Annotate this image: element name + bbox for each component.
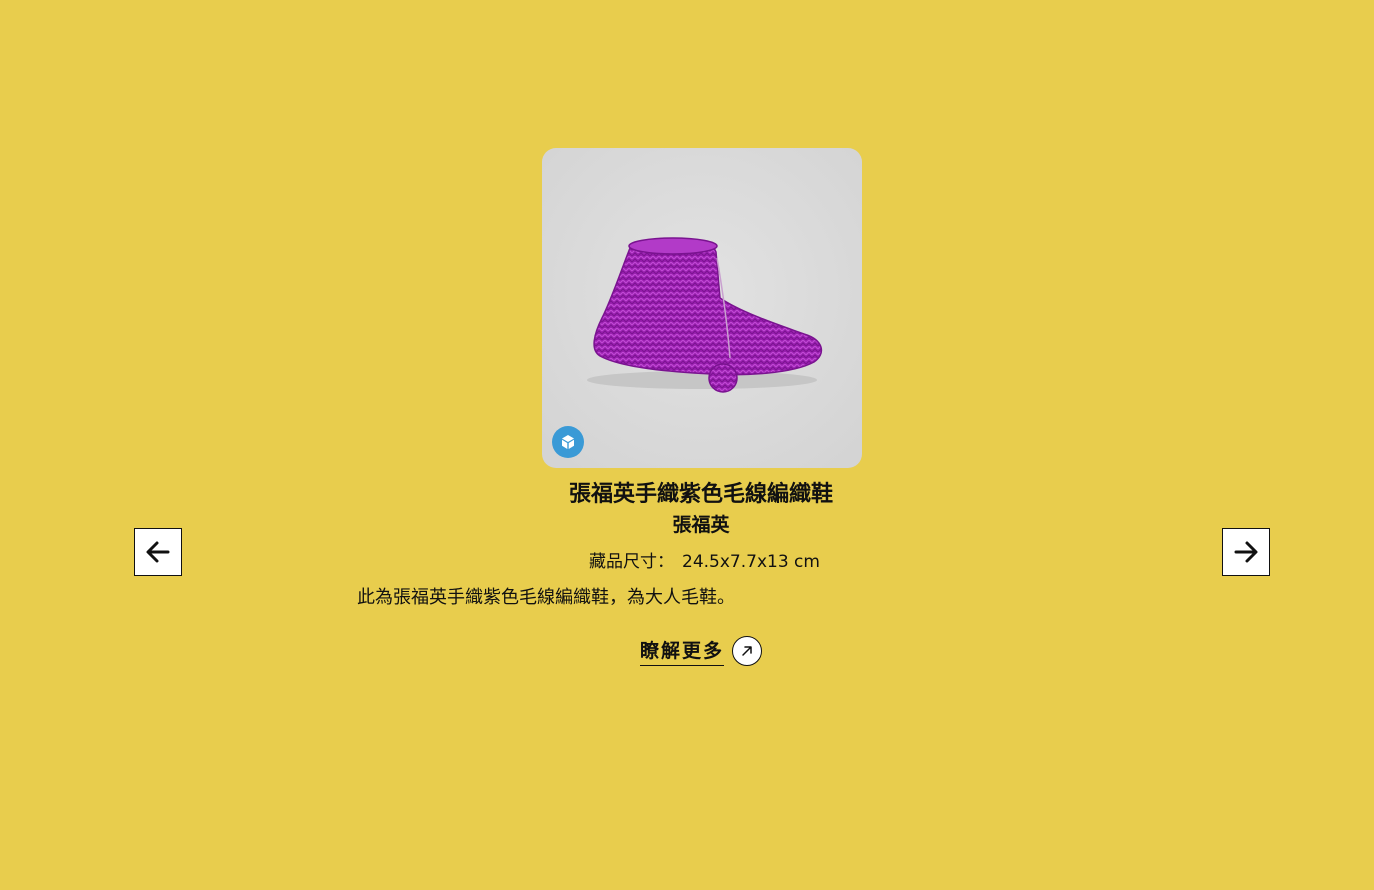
learn-more-link[interactable]: 瞭解更多 <box>640 636 763 666</box>
learn-more-label[interactable]: 瞭解更多 <box>640 637 725 666</box>
previous-button[interactable] <box>134 528 182 576</box>
arrow-left-icon <box>146 541 170 563</box>
next-button[interactable] <box>1222 528 1270 576</box>
item-description: 此為張福英手織紫色毛線編織鞋，為大人毛鞋。 <box>357 587 735 608</box>
sketchfab-logo-icon[interactable] <box>552 426 584 458</box>
arrow-right-icon <box>1234 541 1258 563</box>
knitted-shoe-model <box>587 237 823 393</box>
item-size: 藏品尺寸： 24.5x7.7x13 cm <box>589 550 820 574</box>
item-artist: 張福英 <box>672 514 730 536</box>
size-label: 藏品尺寸： <box>589 552 674 572</box>
page: 張福英手織紫色毛線編織鞋 張福英 藏品尺寸： 24.5x7.7x13 cm 此為張… <box>0 0 1374 890</box>
cube-icon <box>562 435 574 449</box>
arrow-up-right-icon[interactable] <box>732 636 763 666</box>
model-viewer[interactable] <box>542 148 862 468</box>
size-value: 24.5x7.7x13 cm <box>682 552 820 572</box>
item-title: 張福英手織紫色毛線編織鞋 <box>568 482 833 507</box>
